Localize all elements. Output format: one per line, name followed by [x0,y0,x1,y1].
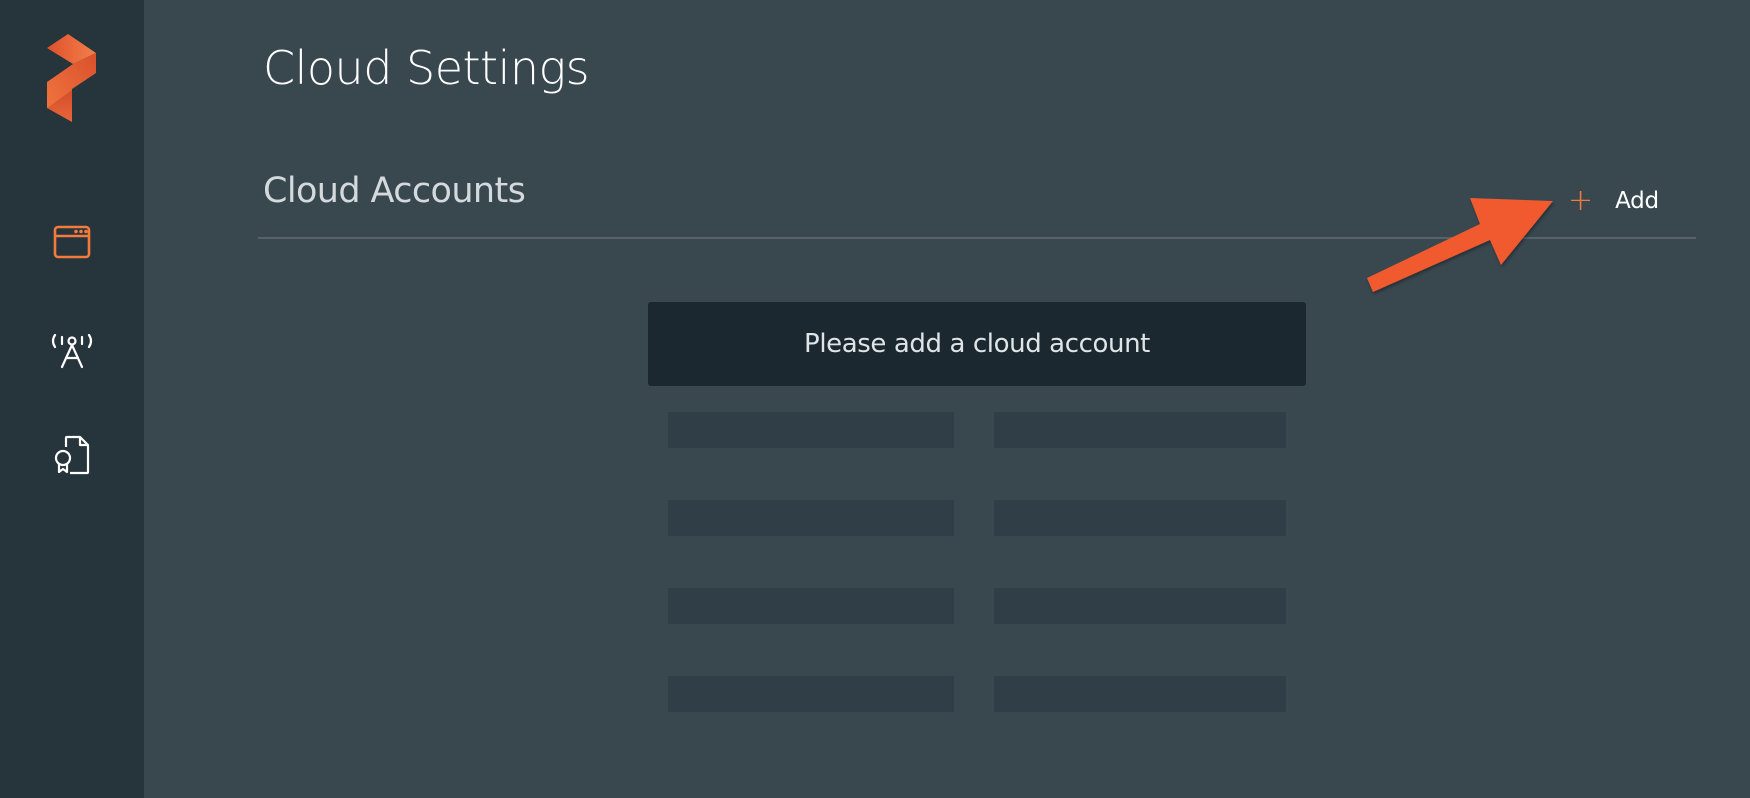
sidebar-item-licenses[interactable] [42,430,102,480]
sidebar-item-cloud[interactable] [42,325,102,375]
antenna-tower-icon [51,333,93,369]
section-divider [258,237,1696,239]
empty-state-banner: Please add a cloud account [648,302,1306,386]
add-label: Add [1615,188,1659,214]
placeholder-row-1-col-1 [668,412,954,448]
empty-state-message: Please add a cloud account [804,329,1150,359]
section-title: Cloud Accounts [263,171,526,211]
placeholder-row-3-col-1 [668,588,954,624]
certificate-document-icon [54,435,90,475]
browser-window-icon [53,225,91,259]
placeholder-row-4-col-1 [668,676,954,712]
main-content: Cloud Settings Cloud Accounts + Add Plea… [144,0,1750,798]
sidebar-item-clusters[interactable] [42,217,102,267]
placeholder-row-2-col-2 [994,500,1286,536]
plus-icon: + [1568,183,1594,218]
page-title: Cloud Settings [263,41,590,95]
placeholder-row-1-col-2 [994,412,1286,448]
logo-icon[interactable] [40,28,104,128]
placeholder-row-4-col-2 [994,676,1286,712]
sidebar [0,0,144,798]
add-cloud-account-button[interactable]: + Add [1568,184,1659,218]
placeholder-row-2-col-1 [668,500,954,536]
placeholder-row-3-col-2 [994,588,1286,624]
